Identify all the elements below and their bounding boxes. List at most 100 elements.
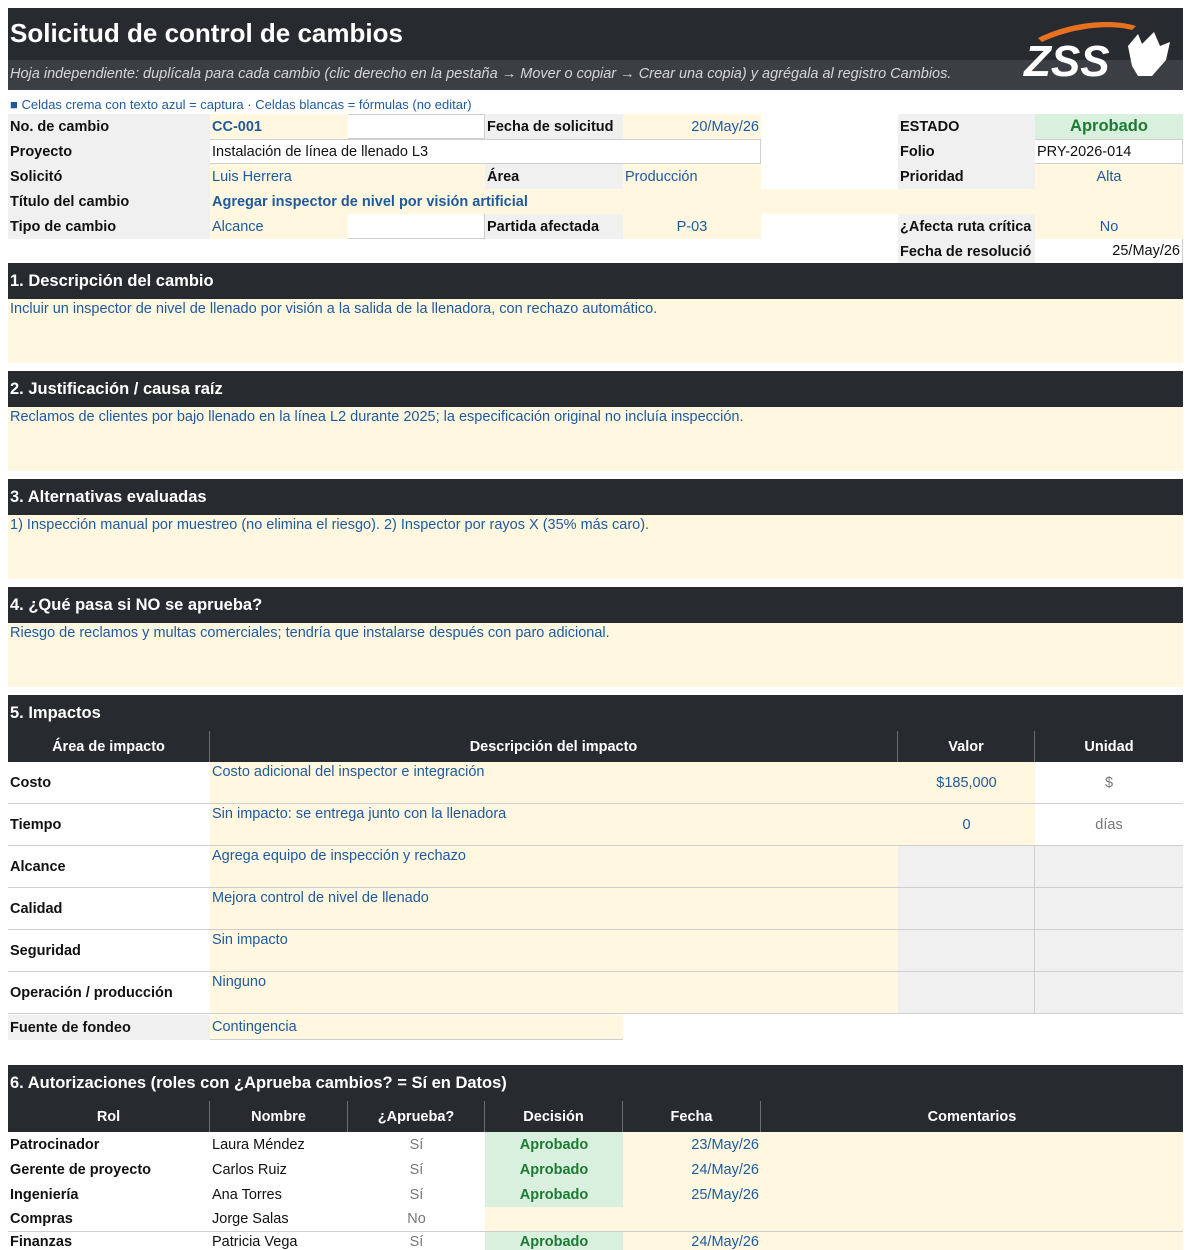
impact-row-valor-empty xyxy=(898,972,1035,1014)
fondeo-label: Fuente de fondeo xyxy=(8,1015,210,1040)
area-field[interactable]: Producción xyxy=(623,164,761,189)
auth-row-fecha[interactable]: 24/May/26 xyxy=(623,1232,761,1250)
prioridad-field[interactable]: Alta xyxy=(1035,164,1183,189)
tipo-blank xyxy=(348,214,485,239)
estado-value: Aprobado xyxy=(1035,114,1183,139)
no-cambio-label: No. de cambio xyxy=(8,114,210,139)
auth-row-comentarios[interactable] xyxy=(761,1157,1183,1182)
impact-col-valor: Valor xyxy=(898,731,1035,762)
impact-row-unidad: $ xyxy=(1035,762,1183,804)
auth-row-nombre: Ana Torres xyxy=(210,1182,348,1207)
auth-col-aprueba: ¿Aprueba? xyxy=(348,1101,485,1132)
justificacion-field[interactable]: Reclamos de clientes por bajo llenado en… xyxy=(8,407,1183,471)
impact-row-unidad-empty xyxy=(1035,846,1183,888)
auth-col-decision: Decisión xyxy=(485,1101,623,1132)
impact-row-desc[interactable]: Ninguno xyxy=(210,972,898,1014)
auth-col-rol: Rol xyxy=(8,1101,210,1132)
auth-row-rol: Ingeniería xyxy=(8,1182,210,1207)
partida-field[interactable]: P-03 xyxy=(623,214,761,239)
auth-row-aprueba: Sí xyxy=(348,1132,485,1157)
impact-row-area: Tiempo xyxy=(8,804,210,846)
impact-row-desc[interactable]: Sin impacto: se entrega junto con la lle… xyxy=(210,804,898,846)
auth-col-comentarios: Comentarios xyxy=(761,1101,1183,1132)
impact-col-area: Área de impacto xyxy=(8,731,210,762)
impact-row-unidad: días xyxy=(1035,804,1183,846)
no-cambio-blank xyxy=(348,114,485,139)
ruta-critica-field[interactable]: No xyxy=(1035,214,1183,239)
auth-row-decision[interactable]: Aprobado xyxy=(485,1157,623,1182)
resolucion-value: 25/May/26 xyxy=(1035,239,1183,264)
section-impactos-header: 5. Impactos xyxy=(8,695,1183,731)
auth-row-rol: Gerente de proyecto xyxy=(8,1157,210,1182)
auth-row-nombre: Laura Méndez xyxy=(210,1132,348,1157)
auth-row-fecha[interactable]: 23/May/26 xyxy=(623,1132,761,1157)
impact-row-area: Calidad xyxy=(8,888,210,930)
auth-row-aprueba: Sí xyxy=(348,1182,485,1207)
auth-row-decision[interactable] xyxy=(485,1207,623,1232)
fecha-solicitud-label: Fecha de solicitud xyxy=(485,114,623,139)
auth-row-nombre: Patricia Vega xyxy=(210,1232,348,1250)
titulo-field[interactable]: Agregar inspector de nivel por visión ar… xyxy=(210,189,1183,214)
descripcion-field[interactable]: Incluir un inspector de nivel de llenado… xyxy=(8,299,1183,363)
tipo-field[interactable]: Alcance xyxy=(210,214,348,239)
impact-row-area: Operación / producción xyxy=(8,972,210,1014)
auth-row-decision[interactable]: Aprobado xyxy=(485,1132,623,1157)
impact-col-unidad: Unidad xyxy=(1035,731,1183,762)
solicito-field[interactable]: Luis Herrera xyxy=(210,164,485,189)
legend-note: ■ Celdas crema con texto azul = captura … xyxy=(10,97,472,112)
header-subtitle-bar: Hoja independiente: duplícala para cada … xyxy=(8,60,1183,90)
logo-text: ZSS xyxy=(1022,37,1110,82)
impact-row-desc[interactable]: Agrega equipo de inspección y rechazo xyxy=(210,846,898,888)
auth-row-nombre: Carlos Ruiz xyxy=(210,1157,348,1182)
alternativas-field[interactable]: 1) Inspección manual por muestreo (no el… xyxy=(8,515,1183,579)
proyecto-label: Proyecto xyxy=(8,139,210,164)
auth-row-fecha[interactable]: 24/May/26 xyxy=(623,1157,761,1182)
fecha-solicitud-field[interactable]: 20/May/26 xyxy=(623,114,761,139)
impact-row-area: Alcance xyxy=(8,846,210,888)
section-justificacion-header: 2. Justificación / causa raíz xyxy=(8,371,1183,407)
auth-row-comentarios[interactable] xyxy=(761,1232,1183,1250)
impact-row-desc[interactable]: Mejora control de nivel de llenado xyxy=(210,888,898,930)
page-title: Solicitud de control de cambios xyxy=(10,18,403,48)
auth-row-aprueba: No xyxy=(348,1207,485,1232)
section-no-aprueba-header: 4. ¿Qué pasa si NO se aprueba? xyxy=(8,587,1183,623)
no-aprueba-field[interactable]: Riesgo de reclamos y multas comerciales;… xyxy=(8,623,1183,687)
impact-row-area: Seguridad xyxy=(8,930,210,972)
auth-row-decision[interactable]: Aprobado xyxy=(485,1232,623,1250)
folio-value: PRY-2026-014 xyxy=(1035,139,1183,164)
section-alternativas-header: 3. Alternativas evaluadas xyxy=(8,479,1183,515)
impact-col-descripcion: Descripción del impacto xyxy=(210,731,898,762)
section-descripcion-header: 1. Descripción del cambio xyxy=(8,263,1183,299)
auth-row-decision[interactable]: Aprobado xyxy=(485,1182,623,1207)
auth-col-fecha: Fecha xyxy=(623,1101,761,1132)
ruta-critica-label: ¿Afecta ruta crítica xyxy=(898,214,1035,239)
auth-row-rol: Finanzas xyxy=(8,1232,210,1250)
impact-row-valor-empty xyxy=(898,888,1035,930)
impact-row-valor[interactable]: 0 xyxy=(898,804,1035,846)
titulo-label: Título del cambio xyxy=(8,189,210,214)
fondeo-field[interactable]: Contingencia xyxy=(210,1015,623,1040)
estado-label: ESTADO xyxy=(898,114,1035,139)
impact-row-valor[interactable]: $185,000 xyxy=(898,762,1035,804)
proyecto-value: Instalación de línea de llenado L3 xyxy=(210,139,761,164)
folio-label: Folio xyxy=(898,139,1035,164)
resolucion-label: Fecha de resolució xyxy=(898,239,1035,264)
impact-row-unidad-empty xyxy=(1035,972,1183,1014)
no-cambio-field[interactable]: CC-001 xyxy=(210,114,348,139)
auth-row-comentarios[interactable] xyxy=(761,1207,1183,1232)
area-label: Área xyxy=(485,164,623,189)
auth-row-rol: Compras xyxy=(8,1207,210,1232)
solicito-label: Solicitó xyxy=(8,164,210,189)
prioridad-label: Prioridad xyxy=(898,164,1035,189)
auth-row-aprueba: Sí xyxy=(348,1157,485,1182)
auth-row-comentarios[interactable] xyxy=(761,1182,1183,1207)
auth-row-aprueba: Sí xyxy=(348,1232,485,1250)
impact-row-desc[interactable]: Sin impacto xyxy=(210,930,898,972)
auth-row-nombre: Jorge Salas xyxy=(210,1207,348,1232)
header-subtitle: Hoja independiente: duplícala para cada … xyxy=(10,66,952,82)
zss-logo: ZSS xyxy=(1022,22,1170,82)
auth-row-comentarios[interactable] xyxy=(761,1132,1183,1157)
impact-row-desc[interactable]: Costo adicional del inspector e integrac… xyxy=(210,762,898,804)
auth-row-fecha[interactable] xyxy=(623,1207,761,1232)
auth-row-fecha[interactable]: 25/May/26 xyxy=(623,1182,761,1207)
